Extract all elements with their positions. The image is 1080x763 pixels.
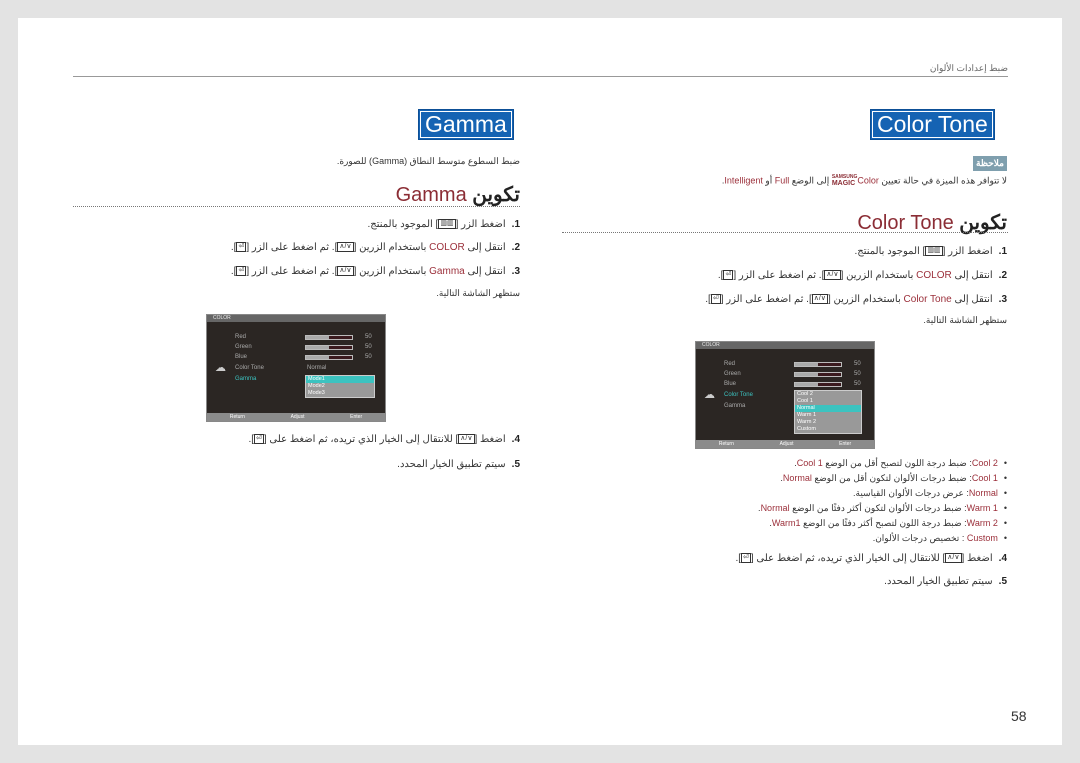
list-item: •Cool 1: ضبط درجات الألوان لتكون أقل من … (780, 473, 1007, 483)
list-item: •Normal: عرض درجات الألوان القياسية. (853, 488, 1007, 498)
palette-icon: ☁ (215, 362, 226, 374)
enter-source-icon: ⏎ (723, 270, 734, 281)
gamma-dropdown: Mode1 Mode2 Mode3 (305, 375, 375, 398)
menu-button-icon: ▥▥ (925, 246, 943, 257)
color-tone-title-box: Color Tone (870, 109, 995, 140)
up-down-arrows-icon: ∧/∨ (458, 434, 475, 445)
enter-source-icon: ⏎ (741, 553, 751, 564)
up-down-arrows-icon: ∧/∨ (945, 553, 962, 564)
tone-step-3: 3.انتقل إلى Color Tone باستخدام الزرين [… (705, 294, 1007, 305)
tone-step-2: 2.انتقل إلى COLOR باستخدام الزرين [∧/∨].… (717, 270, 1007, 281)
enter-source-icon: ⏎ (236, 266, 247, 277)
up-down-arrows-icon: ∧/∨ (337, 266, 354, 277)
heading-divider (562, 232, 1008, 233)
gamma-step-2: 2.انتقل إلى COLOR باستخدام الزرين [∧/∨].… (230, 242, 520, 253)
note-badge: ملاحظة (973, 156, 1007, 171)
up-down-arrows-icon: ∧/∨ (811, 294, 828, 305)
tone-step-4: 4.اضغط [∧/∨] للانتقال إلى الخيار الذي تر… (735, 553, 1007, 564)
samsung-magic-logo: SAMSUNG MAGIC (831, 174, 858, 188)
up-down-arrows-icon: ∧/∨ (337, 242, 354, 253)
tone-step-5: 5.سيتم تطبيق الخيار المحدد. (884, 576, 1007, 587)
osd-title: COLOR (207, 315, 385, 322)
header-divider (73, 76, 1008, 77)
note-text: لا تتوافر هذه الميزة في حالة تعيين Color… (721, 174, 1007, 188)
gamma-title-box: Gamma (418, 109, 514, 140)
heading-divider (73, 206, 520, 207)
osd-gamma-screen: COLOR Red 50 Green 50 Blue 50 Color Tone Nor… (206, 314, 386, 422)
tone-step-1: 1.اضغط الزر [▥▥] الموجود بالمنتج. (854, 246, 1007, 257)
color-tone-dropdown: Cool 2 Cool 1 Normal Warm 1 Warm 2 Custom (794, 390, 862, 434)
gamma-step-3: 3.انتقل إلى Gamma باستخدام الزرين [∧/∨].… (230, 266, 520, 277)
osd-color-tone-screen: COLOR Red 50 Green 50 Blue 50 Color Tone Ga… (695, 341, 875, 449)
enter-source-icon: ⏎ (236, 242, 247, 253)
gamma-step-4: 4.اضغط [∧/∨] للانتقال إلى الخيار الذي تر… (248, 434, 520, 445)
enter-source-icon: ⏎ (710, 294, 721, 305)
list-item: •Custom : تخصيص درجات الألوان. (872, 533, 1007, 543)
menu-button-icon: ▥▥ (438, 219, 456, 230)
manual-page: ضبط إعدادات الألوان Gamma ضبط السطوع متو… (18, 18, 1062, 745)
list-item: •Cool 2: ضبط درجة اللون لتصبح أقل من الو… (794, 458, 1007, 468)
gamma-intro: ضبط السطوع متوسط النطاق (Gamma) للصورة. (336, 156, 520, 166)
page-number: 58 (1011, 708, 1027, 724)
screen-appears-text: ستظهر الشاشة التالية. (436, 288, 520, 298)
list-item: •Warm 2: ضبط درجة اللون لتصبح أكثر دفئًا… (769, 518, 1007, 528)
gamma-step-5: 5.سيتم تطبيق الخيار المحدد. (397, 459, 520, 470)
enter-source-icon: ⏎ (254, 434, 264, 445)
list-item: •Warm 1: ضبط درجات الألوان لتكون أكثر دف… (758, 503, 1007, 513)
section-header: ضبط إعدادات الألوان (929, 63, 1008, 73)
bullet-list: •Cool 2: ضبط درجة اللون لتصبح أقل من الو… (758, 458, 1007, 548)
screen-appears-text: ستظهر الشاشة التالية. (923, 315, 1007, 325)
gamma-heading: تكوين Gamma (395, 184, 520, 206)
up-down-arrows-icon: ∧/∨ (824, 270, 841, 281)
gamma-step-1: 1.اضغط الزر [▥▥] الموجود بالمنتج. (367, 219, 520, 230)
palette-icon: ☁ (704, 389, 715, 401)
